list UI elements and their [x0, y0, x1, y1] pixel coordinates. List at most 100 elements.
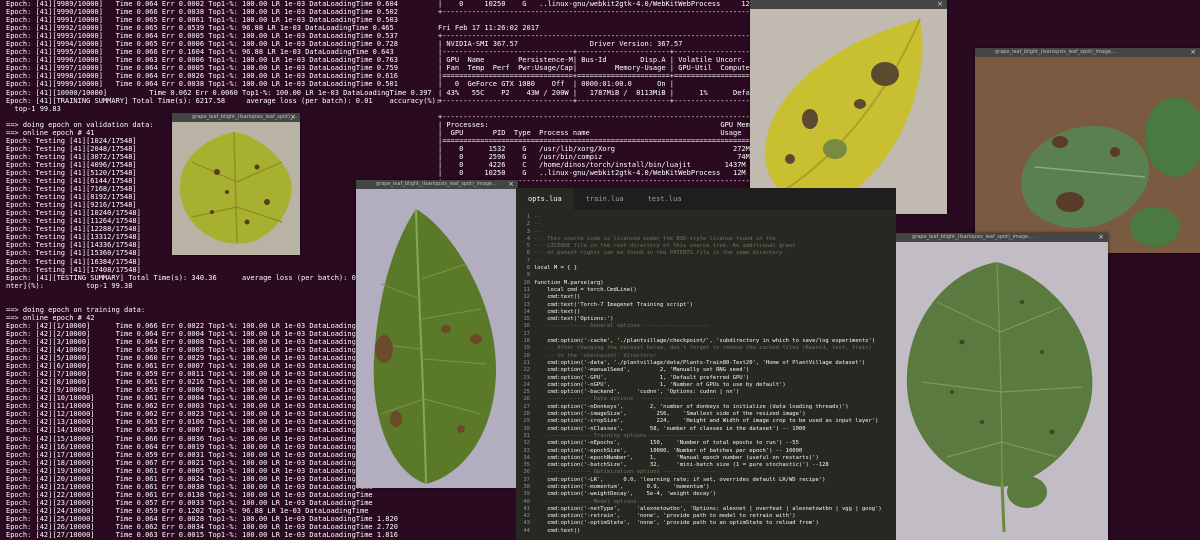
code-line: -- — [534, 214, 541, 220]
window-titlebar[interactable]: grape_leaf_blight_(Isariopsis_leaf_spot)… — [172, 113, 300, 122]
code-line: cmd:option('-batchSize', 32, 'mini-batch… — [534, 462, 829, 469]
window-titlebar[interactable]: grape_leaf_blight_(Isariopsis_leaf_spot)… — [356, 180, 518, 189]
line-number: 9 — [526, 272, 530, 279]
image-viewer-window[interactable]: grape_leaf_blight_(Isariopsis_leaf_spot)… — [975, 48, 1200, 253]
line-number: 4 — [526, 235, 530, 242]
tab-train[interactable]: train.lua — [574, 188, 636, 210]
code-line: cmd:option('-nEpochs', 150, 'Number of t… — [534, 440, 799, 447]
code-line: cmd:option('-backend', 'cudnn', 'Options… — [534, 389, 740, 396]
close-icon[interactable]: × — [508, 180, 514, 189]
window-titlebar[interactable]: grape_leaf_blight_(Isariopsis_leaf_spot)… — [892, 233, 1108, 242]
line-number: 19 — [523, 345, 530, 352]
terminal-line: Epoch: [42][24/10000] Time 0.059 Err 0.1… — [6, 506, 369, 515]
terminal-line: |-------------------------------+-------… — [438, 48, 758, 57]
terminal-nvidia-smi[interactable]: | 0 10250 G ..linux-gnu/webkit2gtk-4.0/W… — [438, 0, 758, 190]
line-number: 44 — [523, 527, 530, 534]
code-line: cmd:option('-momentum', 0.9, 'momentum') — [534, 483, 710, 490]
line-number: 28 — [523, 411, 530, 418]
line-number: 42 — [523, 513, 530, 520]
image-viewer-window[interactable]: × — [750, 0, 947, 214]
window-title: grape_leaf_blight_(Isariopsis_leaf_spot)… — [912, 234, 1033, 240]
code-line: ------------- Model options ------------… — [534, 498, 717, 505]
code-line: ------------- Training options ---------… — [534, 432, 717, 439]
terminal-line: | 0 2596 G /usr/bin/compiz 74M — [438, 152, 750, 161]
line-number: 5 — [526, 243, 530, 250]
terminal-line: +-------------------------------+-------… — [438, 96, 758, 105]
terminal-line: Epoch: [42][27/10000] Time 0.063 Err 0.0… — [6, 531, 398, 540]
line-number: 25 — [523, 389, 530, 396]
image-viewer-window[interactable]: grape_leaf_blight_(Isariopsis_leaf_spot)… — [356, 180, 518, 488]
line-number: 3 — [526, 228, 530, 235]
line-number: 24 — [523, 381, 530, 388]
window-titlebar[interactable]: grape_leaf_blight_(Isariopsis_leaf_spot)… — [975, 48, 1200, 57]
line-number: 1 — [526, 214, 530, 220]
code-line: ------------- Data options -------------… — [534, 396, 720, 403]
terminal-line: |===============================+=======… — [438, 72, 758, 81]
code-line: cmd:option('-cache', './plantvillage/che… — [534, 338, 876, 345]
line-number: 32 — [523, 440, 530, 447]
code-line: ------------- Optimization options -----… — [534, 469, 717, 476]
code-line: local cmd = torch.CmdLine() — [534, 286, 637, 293]
terminal-line: Epoch: [41][9994/10000] Time 0.065 Err 0… — [6, 40, 398, 49]
terminal-line: Epoch: [42][23/10000] Time 0.057 Err 0.0… — [6, 498, 373, 507]
line-number: 7 — [526, 257, 530, 264]
terminal-line: | GPU PID Type Process name Usage — [438, 128, 742, 137]
code-line: cmd:text('Options:') — [534, 316, 614, 323]
terminal-line: | 0 10250 G ..linux-gnu/webkit2gtk-4.0/W… — [438, 0, 755, 8]
line-number: 29 — [523, 418, 530, 425]
terminal-line: | 0 GeForce GTX 1080 Off | 0000:01:00.0 … — [438, 80, 758, 89]
terminal-line: | 0 4226 C /home/dinos/torch/install/bin… — [438, 160, 746, 169]
terminal-line: Epoch: [41][9991/10000] Time 0.065 Err 0… — [6, 16, 398, 25]
line-number: 12 — [523, 294, 530, 301]
close-icon[interactable]: × — [937, 0, 943, 9]
code-line: cmd:option('-manualSeed', 2, 'Manually s… — [534, 367, 750, 374]
terminal-line: | Fan Temp Perf Pwr:Usage/Cap| Memory-Us… — [438, 64, 758, 73]
editor-tab-bar: opts.lua train.lua test.lua — [516, 188, 896, 210]
tab-opts[interactable]: opts.lua — [516, 188, 574, 210]
image-viewer-window[interactable]: grape_leaf_blight_(Isariopsis_leaf_spot)… — [172, 113, 300, 255]
code-line: function M.parse(arg) — [534, 279, 604, 286]
line-number: 20 — [523, 352, 530, 359]
line-number: 14 — [523, 308, 530, 315]
code-editor[interactable]: opts.lua train.lua test.lua 1 2 3 4 5 6 7 8 9 10 1… — [516, 188, 896, 540]
line-number: 26 — [523, 396, 530, 403]
code-line: cmd:text('Torch-7 Imagenet Training scri… — [534, 301, 693, 308]
terminal-line: +---------------------------------------… — [438, 32, 758, 41]
code-line: -- LICENSE file in the root directory of… — [534, 243, 796, 250]
line-number: 8 — [526, 265, 530, 272]
terminal-line: | NVIDIA-SMI 367.57 Driver Version: 367.… — [438, 40, 683, 49]
leaf-image — [356, 189, 518, 488]
terminal-line: |=======================================… — [438, 136, 758, 145]
line-number: 36 — [523, 469, 530, 476]
image-viewer-window[interactable]: grape_leaf_blight_(Isariopsis_leaf_spot)… — [892, 233, 1108, 540]
line-number: 21 — [523, 359, 530, 366]
code-line: cmd:text() — [534, 308, 581, 315]
code-line: cmd:text() — [534, 294, 581, 301]
code-line: -- of patent rights can be found in the … — [534, 250, 786, 257]
terminal-line: Epoch: [42][22/10000] Time 0.061 Err 0.0… — [6, 490, 373, 499]
line-number: 22 — [523, 367, 530, 374]
close-icon[interactable]: × — [1098, 233, 1104, 242]
code-line: -- in the 'checkpoint' directory! — [534, 352, 657, 359]
line-number: 38 — [523, 483, 530, 490]
editor-code-area[interactable]: 1 2 3 4 5 6 7 8 9 10 11 12 13 14 15 16 17 18 19 20 21 22 23 24 2… — [516, 210, 896, 535]
code-line: cmd:option('-nClasses', 58, 'number of c… — [534, 425, 806, 432]
code-line: cmd:option('-epochNumber', 1, 'Manual ep… — [534, 454, 819, 461]
terminal-line: Fri Feb 17 11:26:02 2017 — [438, 24, 540, 33]
line-number: 17 — [523, 330, 530, 337]
code-line: cmd:option('-cropSize', 224, 'Height and… — [534, 418, 879, 425]
source-text[interactable]: -- -- -- -- This source code is licensed un… — [534, 214, 882, 535]
code-line: cmd:option('-GPU', 1, 'Default preferred… — [534, 374, 750, 381]
terminal-line: | 43% 55C P2 43W / 200W | 1787MiB / 8113… — [438, 88, 755, 97]
close-icon[interactable]: × — [1190, 48, 1196, 57]
close-icon[interactable]: × — [290, 113, 296, 122]
terminal-line: +---------------------------------------… — [438, 112, 758, 121]
line-number: 11 — [523, 286, 530, 293]
window-titlebar[interactable]: × — [750, 0, 947, 9]
line-number: 33 — [523, 447, 530, 454]
leaf-image — [172, 122, 300, 255]
leaf-image — [975, 57, 1200, 253]
terminal-line: +---------------------------------------… — [438, 8, 758, 17]
tab-test[interactable]: test.lua — [636, 188, 694, 210]
